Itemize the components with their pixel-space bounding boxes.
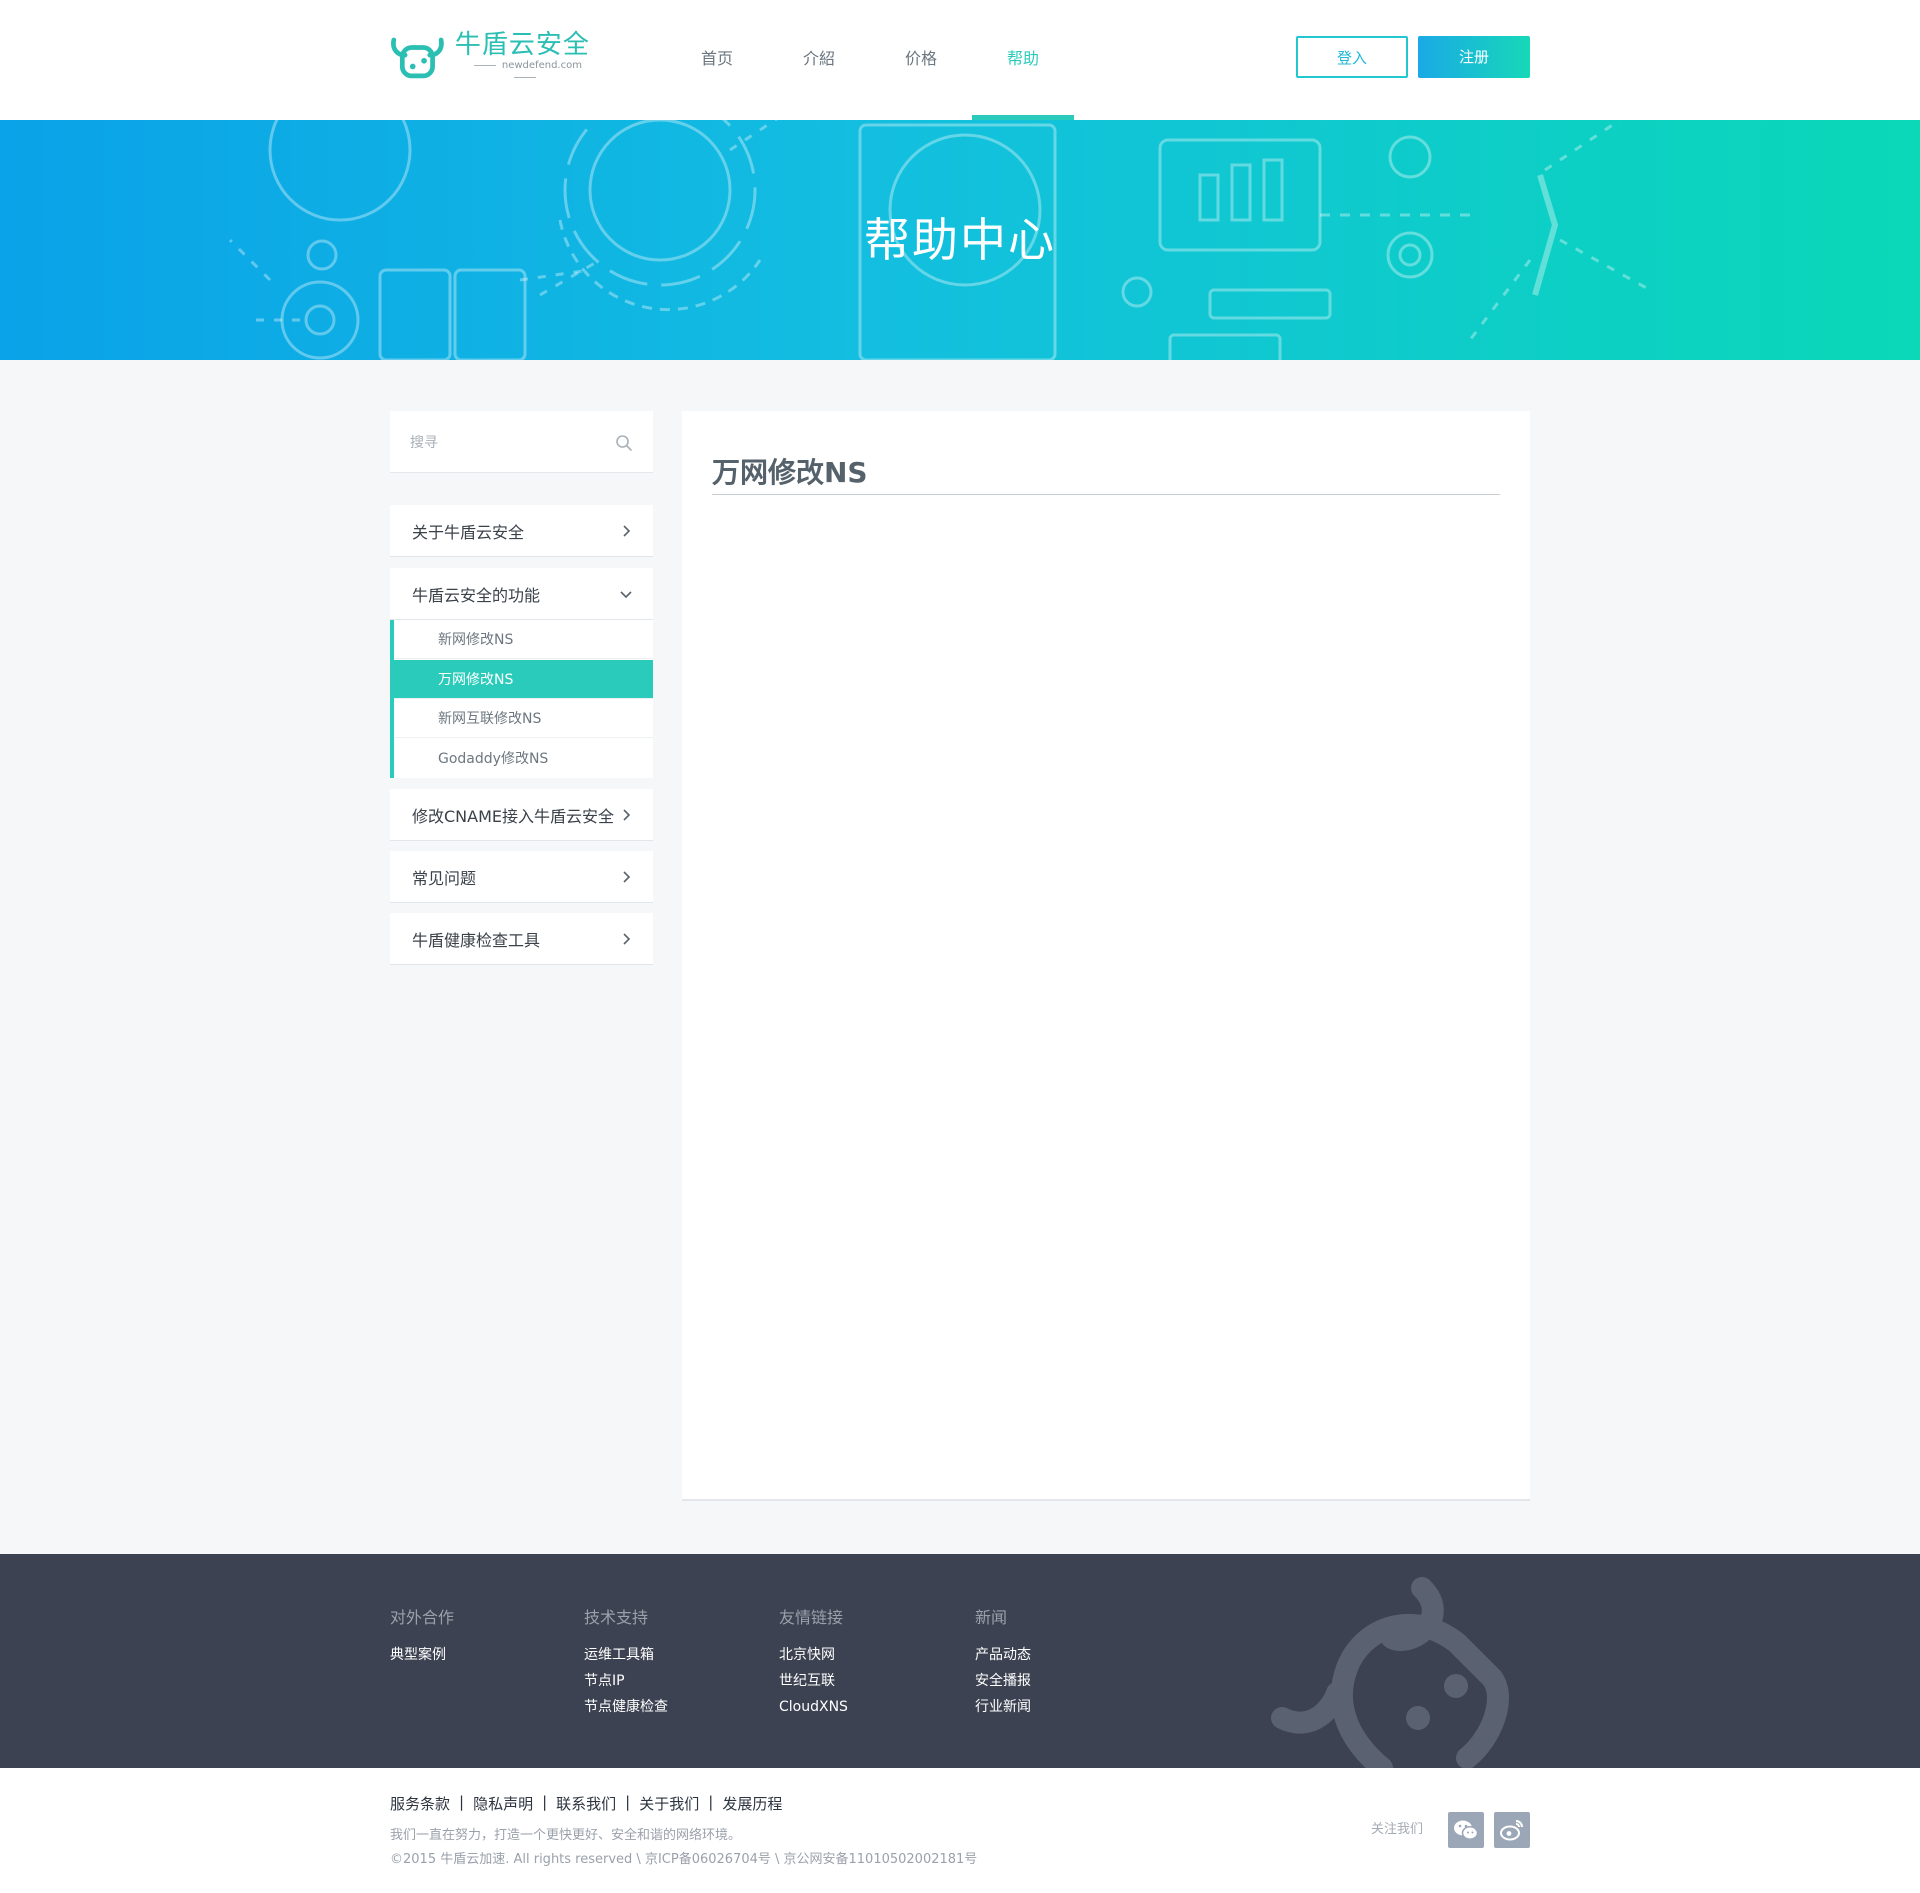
chevron-right-icon [623,808,631,821]
footer-link[interactable]: 运维工具箱 [584,1642,668,1668]
legal-link-contact[interactable]: 联系我们 [556,1793,616,1814]
footer-link[interactable]: 典型案例 [390,1642,454,1668]
footer-column-cooperation: 对外合作 典型案例 [390,1604,454,1668]
site-header: 牛盾云安全 newdefend.com 首页 介紹 价格 帮助 登入 注册 [0,0,1920,120]
article-title: 万网修改NS [712,456,868,489]
register-button[interactable]: 注册 [1418,36,1530,78]
chevron-right-icon [623,932,631,945]
footer-link[interactable]: CloudXNS [779,1694,848,1720]
footer-column-title: 新闻 [975,1608,1008,1627]
legal-link-about[interactable]: 关于我们 [639,1793,699,1814]
chevron-right-icon [623,870,631,883]
sidebar-item-about[interactable]: 关于牛盾云安全 [390,505,653,557]
footer-link[interactable]: 节点IP [584,1668,668,1694]
main-nav: 首页 介紹 价格 帮助 [666,0,1074,120]
sidebar-subitem-xinnet-hulian-ns[interactable]: 新网互联修改NS [394,699,653,738]
sidebar-item-label: 牛盾健康检查工具 [412,930,541,950]
chevron-right-icon [623,524,631,537]
footer-legal-section [0,1768,1920,1893]
footer-column-tech-support: 技术支持 运维工具箱 节点IP 节点健康检查 [584,1604,668,1720]
footer-copyright: ©2015 牛盾云加速. All rights reserved \ 京ICP备… [390,1852,978,1867]
footer-column-news: 新闻 产品动态 安全播报 行业新闻 [975,1604,1031,1720]
footer-slogan: 我们一直在努力，打造一个更快更好、安全和谐的网络环境。 [390,1828,742,1843]
legal-link-terms[interactable]: 服务条款 [390,1793,450,1814]
separator: | [625,1793,631,1811]
separator: | [708,1793,714,1811]
separator: | [459,1793,465,1811]
footer-column-title: 友情链接 [779,1608,844,1627]
banner-title: 帮助中心 [864,213,1056,267]
nav-intro[interactable]: 介紹 [768,0,870,120]
sidebar-item-health-check[interactable]: 牛盾健康检查工具 [390,913,653,965]
footer-link[interactable]: 产品动态 [975,1642,1031,1668]
footer-link[interactable]: 北京快网 [779,1642,848,1668]
sidebar-item-label: 常见问题 [412,868,477,888]
sidebar-item-cname[interactable]: 修改CNAME接入牛盾云安全 [390,789,653,841]
follow-us-label: 关注我们 [1371,1822,1424,1837]
bull-mascot-watermark-icon [1271,1577,1509,1768]
legal-link-privacy[interactable]: 隐私声明 [473,1793,533,1814]
nav-home[interactable]: 首页 [666,0,768,120]
article-panel: 万网修改NS [682,411,1530,1501]
footer-link[interactable]: 节点健康检查 [584,1694,668,1720]
sidebar-item-faq[interactable]: 常见问题 [390,851,653,903]
footer-column-title: 技术支持 [584,1608,649,1627]
nav-help[interactable]: 帮助 [972,0,1074,120]
footer-column-friend-links: 友情链接 北京快网 世纪互联 CloudXNS [779,1604,848,1720]
sidebar-item-label: 修改CNAME接入牛盾云安全 [412,806,615,826]
login-button[interactable]: 登入 [1296,36,1408,78]
sidebar-item-label: 牛盾云安全的功能 [412,585,541,605]
search-icon[interactable] [615,434,633,452]
footer-link[interactable]: 世纪互联 [779,1668,848,1694]
logo-domain: newdefend.com [455,60,595,84]
search-box [390,411,653,473]
title-divider [712,494,1500,495]
footer-column-title: 对外合作 [390,1608,455,1627]
nav-pricing[interactable]: 价格 [870,0,972,120]
sidebar-item-label: 关于牛盾云安全 [412,522,525,542]
footer-link[interactable]: 行业新闻 [975,1694,1031,1720]
sidebar-subitem-godaddy-ns[interactable]: Godaddy修改NS [394,738,653,777]
sidebar-submenu-features: 新网修改NS 万网修改NS 新网互联修改NS Godaddy修改NS [390,620,653,778]
footer-link[interactable]: 安全播报 [975,1668,1031,1694]
bull-logo-icon [391,37,444,79]
legal-links: 服务条款 | 隐私声明 | 联系我们 | 关于我们 | 发展历程 [390,1793,782,1814]
logo-text: 牛盾云安全 [454,30,590,60]
help-banner: 帮助中心 [0,120,1920,360]
legal-link-history[interactable]: 发展历程 [722,1793,782,1814]
chevron-down-icon [620,590,632,598]
footer-links-section [0,1554,1920,1768]
logo[interactable]: 牛盾云安全 newdefend.com [390,30,595,84]
search-input[interactable] [410,431,600,453]
separator: | [542,1793,548,1811]
sidebar-item-features[interactable]: 牛盾云安全的功能 [390,568,653,620]
wechat-icon[interactable] [1448,1812,1484,1848]
weibo-icon[interactable] [1494,1812,1530,1848]
sidebar-subitem-xinnet-ns[interactable]: 新网修改NS [394,620,653,659]
sidebar-subitem-wanwang-ns[interactable]: 万网修改NS [394,660,653,699]
